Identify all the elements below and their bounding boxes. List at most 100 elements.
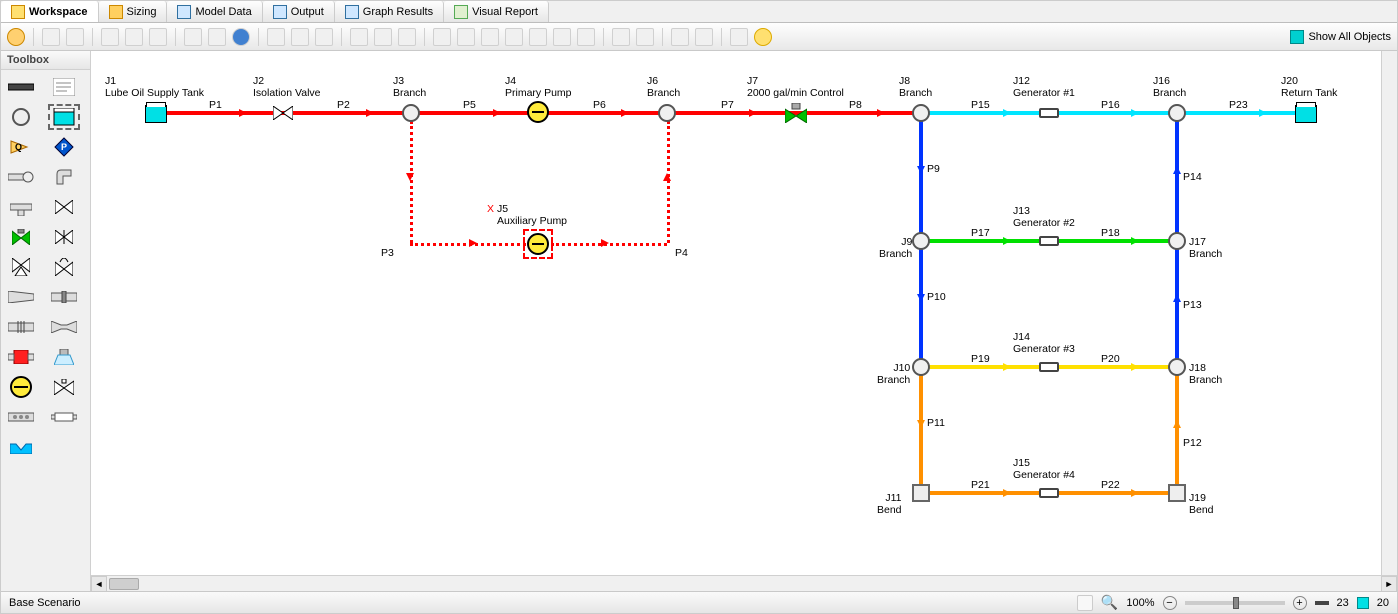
junction-J9-branch[interactable] xyxy=(912,232,930,250)
swap-button[interactable] xyxy=(433,28,451,46)
zoom-plus-icon[interactable]: + xyxy=(1293,596,1307,610)
junction-J10-branch[interactable] xyxy=(912,358,930,376)
junction-J17-branch[interactable] xyxy=(1168,232,1186,250)
find-button[interactable] xyxy=(350,28,368,46)
scrollbar-horizontal[interactable]: ◄ ► xyxy=(91,575,1397,591)
help-icon[interactable] xyxy=(7,28,25,46)
tool-annotation[interactable] xyxy=(50,76,78,98)
layout3-button[interactable] xyxy=(505,28,523,46)
tool-component[interactable] xyxy=(50,406,78,428)
tool-assigned-flow[interactable]: Q xyxy=(7,136,35,158)
tab-graph-results[interactable]: Graph Results xyxy=(335,1,444,22)
tool-tee[interactable] xyxy=(7,196,35,218)
junction-J14-generator[interactable] xyxy=(1039,362,1059,372)
align-button[interactable] xyxy=(577,28,595,46)
junction-J11-bend[interactable] xyxy=(912,484,930,502)
junction-J20-tank[interactable] xyxy=(1295,105,1317,123)
tool-valve[interactable] xyxy=(50,196,78,218)
pointer-button[interactable] xyxy=(267,28,285,46)
tool-area-change[interactable] xyxy=(7,286,35,308)
tool-heat-exchanger[interactable] xyxy=(7,406,35,428)
junction-J7-control-valve[interactable] xyxy=(785,103,805,119)
align3-button[interactable] xyxy=(636,28,654,46)
redo-button[interactable] xyxy=(66,28,84,46)
label-J12: J12Generator #1 xyxy=(1013,75,1075,99)
tool-venturi[interactable] xyxy=(50,316,78,338)
tool-orifice[interactable] xyxy=(50,286,78,308)
pipe-p4-h[interactable] xyxy=(551,243,667,246)
zoom-minus-icon[interactable]: − xyxy=(1163,596,1177,610)
junction-J6-branch[interactable] xyxy=(658,104,676,122)
junction-J1-tank[interactable] xyxy=(145,105,167,123)
tool-reservoir[interactable] xyxy=(50,106,78,128)
tool-volume-balance[interactable] xyxy=(50,376,78,398)
tool-relief-valve[interactable] xyxy=(50,256,78,278)
lock-button[interactable] xyxy=(695,28,713,46)
layout4-button[interactable] xyxy=(529,28,547,46)
junction-J2-valve[interactable] xyxy=(273,106,293,120)
cut-button[interactable] xyxy=(101,28,119,46)
zoom-slider[interactable] xyxy=(1185,601,1285,605)
pipe-cyan-top2[interactable] xyxy=(1177,111,1305,115)
layout2-button[interactable] xyxy=(481,28,499,46)
props-button[interactable] xyxy=(730,28,748,46)
junction-J3-branch[interactable] xyxy=(402,104,420,122)
tab-visual-report[interactable]: Visual Report xyxy=(444,1,549,22)
scrollbar-vertical[interactable] xyxy=(1381,51,1397,575)
scroll-right-button[interactable]: ► xyxy=(1381,576,1397,591)
junction-J16-branch[interactable] xyxy=(1168,104,1186,122)
table-button[interactable] xyxy=(671,28,689,46)
junction-J15-generator[interactable] xyxy=(1039,488,1059,498)
junction-J4-pump[interactable] xyxy=(527,101,549,123)
junction-J8-branch[interactable] xyxy=(912,104,930,122)
junction-J5-pump[interactable] xyxy=(527,233,549,255)
paste-button[interactable] xyxy=(149,28,167,46)
pipe-p3-v[interactable] xyxy=(410,121,413,243)
tab-output[interactable]: Output xyxy=(263,1,335,22)
global-button[interactable] xyxy=(232,28,250,46)
tool-general[interactable] xyxy=(7,346,35,368)
zoom-button[interactable] xyxy=(315,28,333,46)
align2-button[interactable] xyxy=(612,28,630,46)
pipe-p3-h[interactable] xyxy=(410,243,526,246)
tool-pipe[interactable] xyxy=(7,76,35,98)
tab-model-data[interactable]: Model Data xyxy=(167,1,262,22)
font-smaller-button[interactable] xyxy=(398,28,416,46)
tool-weir[interactable] xyxy=(7,436,35,458)
pipe-p4-v[interactable] xyxy=(667,121,670,243)
delete-button[interactable] xyxy=(208,28,226,46)
font-bigger-button[interactable] xyxy=(374,28,392,46)
tool-three-way[interactable] xyxy=(7,256,35,278)
scroll-left-button[interactable]: ◄ xyxy=(91,576,107,591)
layout-button[interactable] xyxy=(457,28,475,46)
junction-J19-bend[interactable] xyxy=(1168,484,1186,502)
zoom-out-icon[interactable]: 🔍 xyxy=(1101,594,1118,611)
tool-spray[interactable] xyxy=(50,346,78,368)
lightbulb-icon[interactable] xyxy=(754,28,772,46)
tool-branch[interactable] xyxy=(7,106,35,128)
pan-button[interactable] xyxy=(291,28,309,46)
tool-assigned-pressure[interactable]: P xyxy=(50,136,78,158)
copy-button[interactable] xyxy=(125,28,143,46)
tool-control-valve[interactable] xyxy=(7,226,35,248)
layout5-button[interactable] xyxy=(553,28,571,46)
pipe-orange-right[interactable] xyxy=(1175,367,1179,495)
tool-screen[interactable] xyxy=(7,316,35,338)
scroll-thumb[interactable] xyxy=(109,578,139,590)
toolbox: Toolbox Q P xyxy=(1,51,91,591)
tool-dead-end[interactable] xyxy=(7,166,35,188)
undo-button[interactable] xyxy=(42,28,60,46)
snap-button[interactable] xyxy=(1077,595,1093,611)
junction-J13-generator[interactable] xyxy=(1039,236,1059,246)
pipe-orange-left[interactable] xyxy=(919,367,923,495)
junction-J18-branch[interactable] xyxy=(1168,358,1186,376)
show-all-objects-link[interactable]: Show All Objects xyxy=(1290,30,1391,44)
junction-J12-generator[interactable] xyxy=(1039,108,1059,118)
tool-bend[interactable] xyxy=(50,166,78,188)
workspace-canvas[interactable]: J1Lube Oil Supply Tank J2Isolation Valve… xyxy=(91,51,1397,575)
tab-workspace[interactable]: Workspace xyxy=(1,1,99,22)
duplicate-button[interactable] xyxy=(184,28,202,46)
tool-pump[interactable] xyxy=(7,376,35,398)
tab-sizing[interactable]: Sizing xyxy=(99,1,168,22)
tool-check-valve[interactable] xyxy=(50,226,78,248)
